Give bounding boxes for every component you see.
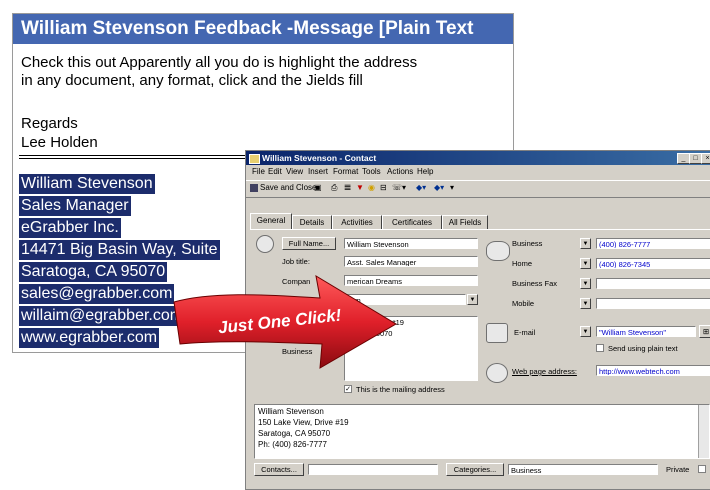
email-label: E-mail [514,328,536,337]
previous-item-icon[interactable]: ◆▾ [416,183,426,192]
phone-icon [486,241,510,261]
phone-field-business-fax[interactable] [596,278,710,289]
tab-certificates[interactable]: Certificates [382,215,442,230]
print-icon[interactable]: ⎙ [331,183,337,193]
notes-line: William Stevenson [258,407,324,416]
email-envelope-icon [486,323,508,343]
close-button[interactable]: × [701,153,710,164]
email-dropdown[interactable]: ▼ [580,326,591,337]
message-regards: Regards [21,115,78,132]
notes-line: Saratoga, CA 95070 [258,429,331,438]
notes-line: 150 Lake View, Drive #19 [258,418,349,427]
flag-icon[interactable]: ▼ [356,183,364,192]
toolbar-options-icon[interactable]: ▾ [450,183,454,192]
selected-text-line[interactable]: 14471 Big Basin Way, Suite [19,240,220,260]
contacts-field[interactable] [308,464,438,475]
email-field[interactable]: "William Stevenson" [596,326,696,337]
private-checkbox[interactable] [698,465,706,473]
notes-scrollbar[interactable] [698,405,709,458]
selected-text-line[interactable]: eGrabber Inc. [19,218,121,238]
tab-activities[interactable]: Activities [332,215,382,230]
save-and-close-button[interactable]: Save and Close [260,183,316,192]
message-body-line: in any document, any format, click and t… [21,72,363,89]
phone-field-home[interactable]: (400) 826-7345 [596,258,710,269]
phone-dropdown-mobile[interactable]: ▼ [580,298,591,309]
plain-text-checkbox[interactable] [596,344,604,352]
phone-dropdown-business[interactable]: ▼ [580,238,591,249]
address-book-button[interactable]: ⊞ [699,325,710,338]
phone-label-home: Home [512,259,533,268]
new-call-icon[interactable]: ☏▾ [392,183,406,192]
menu-file[interactable]: File [252,167,265,176]
menu-edit[interactable]: Edit [268,167,282,176]
categories-button[interactable]: Categories... [446,463,504,476]
message-signature: Lee Holden [21,134,98,151]
tab-details[interactable]: Details [292,215,332,230]
notes-area[interactable]: William Stevenson 150 Lake View, Drive #… [254,404,710,459]
private-label: Private [666,465,690,474]
full-name-button[interactable]: Full Name... [282,237,336,250]
mailing-address-checkbox[interactable]: ✓ [344,385,352,393]
contact-title: William Stevenson - Contact [262,153,377,163]
plain-text-label: Send using plain text [608,344,678,353]
contact-icon[interactable]: ⊟ [380,183,387,192]
menu-tools[interactable]: Tools [362,167,381,176]
save-icon [250,184,258,192]
attach-icon[interactable]: 𝌆 [344,183,351,192]
contacts-button[interactable]: Contacts... [254,463,304,476]
menu-insert[interactable]: Insert [308,167,328,176]
just-one-click-arrow: Just One Click! [173,275,397,369]
menu-help[interactable]: Help [417,167,433,176]
message-title-bar: William Stevenson Feedback -Message [Pla… [13,14,513,44]
menu-bar: File Edit View Insert Format Tools Actio… [246,166,710,179]
selected-text-line[interactable]: sales@egrabber.com [19,284,175,304]
tab-all-fields[interactable]: All Fields [442,215,488,230]
web-page-field[interactable]: http://www.webtech.com [596,365,710,376]
phone-label-mobile: Mobile [512,299,535,308]
selected-text-line[interactable]: Saratoga, CA 95070 [19,262,168,282]
address-book-icon[interactable]: ◉ [368,183,375,192]
tab-general[interactable]: General [250,213,292,230]
web-globe-icon [486,363,508,383]
selected-text-line[interactable]: William Stevenson [19,174,155,194]
phone-label-business-fax: Business Fax [512,279,558,288]
phone-dropdown-home[interactable]: ▼ [580,258,591,269]
full-name-field[interactable]: William Stevenson [344,238,478,249]
menu-format[interactable]: Format [333,167,358,176]
message-body-line: Check this out Apparently all you do is … [21,54,418,71]
menu-actions[interactable]: Actions [387,167,413,176]
phone-dropdown-business-fax[interactable]: ▼ [580,278,591,289]
next-item-icon[interactable]: ◆▾ [434,183,444,192]
contact-card-icon [249,154,260,164]
toolbar: Save and Close ▣ ⎙ 𝌆 ▼ ◉ ⊟ ☏▾ ◆▾ ◆▾ ▾ [246,180,710,198]
selected-text-line[interactable]: Sales Manager [19,196,131,216]
notes-line: Ph: (400) 826-7777 [258,440,327,449]
phone-field-business[interactable]: (400) 826-7777 [596,238,710,249]
file-as-dropdown[interactable]: ▼ [467,294,478,305]
mailing-address-label: This is the mailing address [356,385,445,394]
person-icon [256,235,274,253]
selected-text-line[interactable]: www.egrabber.com [19,328,160,348]
selected-text-line[interactable]: willaim@egrabber.com [19,306,186,326]
contact-title-bar: William Stevenson - Contact [246,151,710,165]
separator-line [19,155,259,161]
phone-label-business: Business [512,239,543,248]
categories-field[interactable]: Business [508,464,658,475]
phone-field-mobile[interactable] [596,298,710,309]
web-page-label[interactable]: Web page address: [512,367,577,376]
menu-view[interactable]: View [286,167,303,176]
insert-file-icon[interactable]: ▣ [314,183,322,192]
